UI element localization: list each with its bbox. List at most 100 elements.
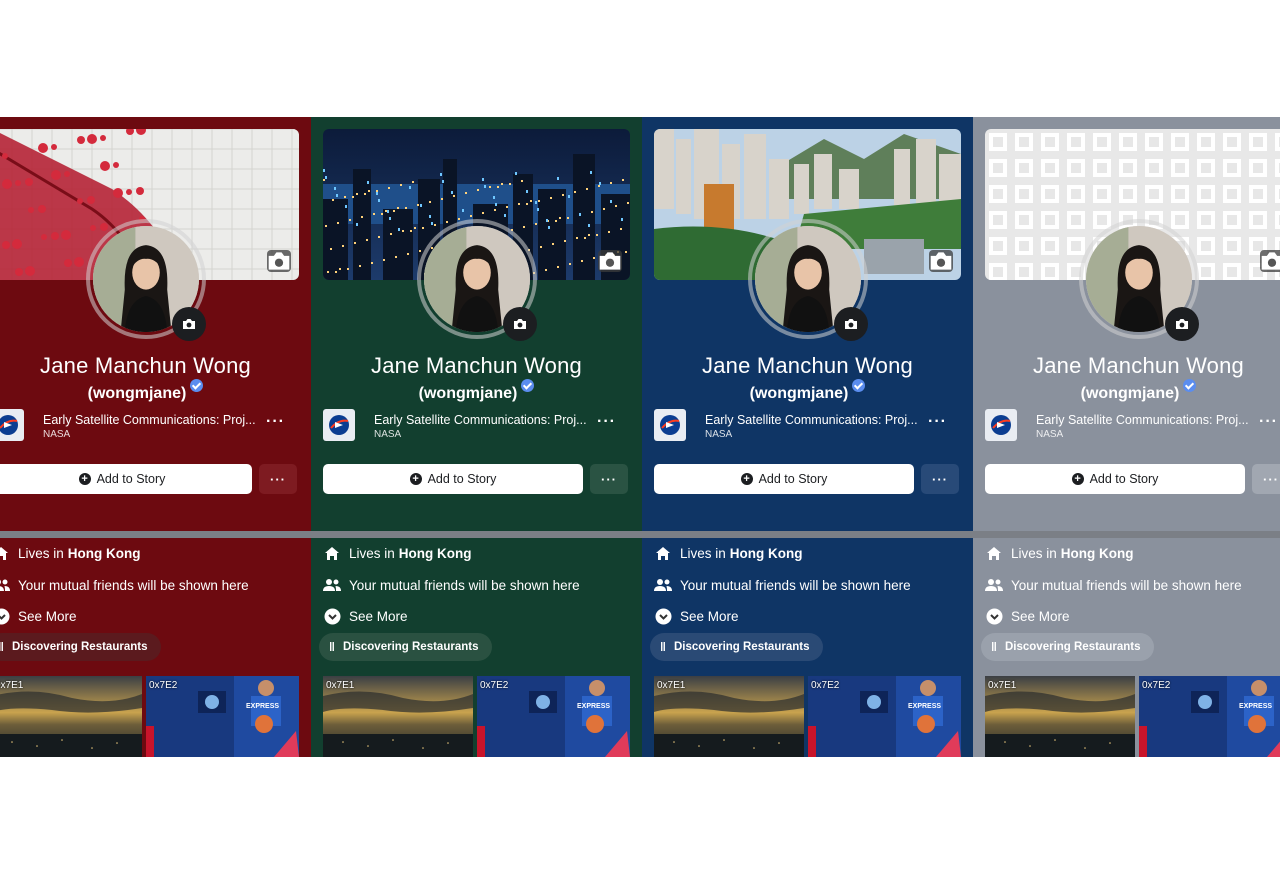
more-options-button[interactable]: ··· — [259, 464, 297, 494]
lives-in-row: Lives in Hong Kong — [654, 542, 803, 564]
see-more-label: See More — [18, 608, 77, 624]
intro-section: Lives in Hong Kong Your mutual friends wi… — [642, 538, 973, 757]
plus-circle-icon: + — [740, 473, 753, 485]
chevron-down-circle-icon — [323, 607, 341, 625]
lives-in-city[interactable]: Hong Kong — [399, 546, 472, 561]
profile-music[interactable]: Early Satellite Communications: Proj... … — [654, 409, 961, 445]
home-icon — [0, 544, 10, 562]
home-icon — [323, 544, 341, 562]
photo-label: 0x7E1 — [988, 680, 1017, 691]
see-more-label: See More — [1011, 608, 1070, 624]
home-icon — [654, 544, 672, 562]
friends-icon — [985, 576, 1003, 594]
camera-icon[interactable] — [929, 250, 953, 272]
divider — [642, 531, 973, 538]
see-more-row[interactable]: See More — [654, 605, 739, 627]
photo-thumbnail[interactable]: EXPRESS 0x7E2 — [146, 676, 299, 757]
lives-in-city[interactable]: Hong Kong — [1061, 546, 1134, 561]
lives-in-row: Lives in Hong Kong — [323, 542, 472, 564]
profile-header: Jane Manchun Wong (wongmjane) Early Sate… — [311, 117, 642, 531]
discovering-restaurants-chip[interactable]: ‖ Discovering Restaurants — [0, 633, 162, 661]
music-more-button[interactable]: ··· — [928, 413, 947, 431]
more-options-button[interactable]: ··· — [1252, 464, 1280, 494]
photo-label: 0x7E1 — [657, 680, 686, 691]
fork-knife-icon: ‖ — [0, 640, 4, 654]
mutual-friends-text: Your mutual friends will be shown here — [1011, 577, 1242, 593]
see-more-row[interactable]: See More — [985, 605, 1070, 627]
camera-icon[interactable] — [1260, 250, 1280, 272]
add-to-story-label: Add to Story — [758, 472, 828, 486]
profile-music[interactable]: Early Satellite Communications: Proj... … — [985, 409, 1280, 445]
photo-thumbnail[interactable]: 0x7E1 — [654, 676, 804, 757]
camera-icon[interactable] — [503, 307, 537, 341]
add-to-story-button[interactable]: + Add to Story — [654, 464, 914, 494]
verified-badge-icon — [521, 379, 535, 392]
lives-in-prefix: Lives in — [1011, 545, 1057, 561]
fork-knife-icon: ‖ — [660, 640, 666, 654]
profile-handle: (wongmjane) — [311, 379, 642, 403]
music-title: Early Satellite Communications: Proj... — [43, 413, 256, 427]
photo-thumbnail[interactable]: EXPRESS 0x7E2 — [1139, 676, 1280, 757]
handle-text: (wongmjane) — [1080, 385, 1180, 402]
profile-name: Jane Manchun Wong — [1033, 353, 1244, 378]
camera-icon[interactable] — [834, 307, 868, 341]
lives-in-city[interactable]: Hong Kong — [730, 546, 803, 561]
music-artist: NASA — [1036, 429, 1064, 440]
discovering-restaurants-chip[interactable]: ‖ Discovering Restaurants — [650, 633, 824, 661]
photo-thumbnail[interactable]: 0x7E1 — [985, 676, 1135, 757]
add-to-story-button[interactable]: + Add to Story — [985, 464, 1245, 494]
profile-name: Jane Manchun Wong — [40, 353, 251, 378]
mutual-friends-row: Your mutual friends will be shown here — [323, 574, 580, 596]
plus-circle-icon: + — [1071, 473, 1084, 485]
discovering-restaurants-chip[interactable]: ‖ Discovering Restaurants — [981, 633, 1155, 661]
music-title: Early Satellite Communications: Proj... — [374, 413, 587, 427]
photo-label: 0x7E2 — [811, 680, 840, 691]
see-more-row[interactable]: See More — [323, 605, 408, 627]
music-more-button[interactable]: ··· — [1259, 413, 1278, 431]
intro-section: Lives in Hong Kong Your mutual friends wi… — [311, 538, 642, 757]
plus-circle-icon: + — [409, 473, 422, 485]
photo-thumbnail[interactable]: 0x7E1 — [323, 676, 473, 757]
photo-thumbnail[interactable]: EXPRESS 0x7E2 — [808, 676, 961, 757]
chevron-down-circle-icon — [654, 607, 672, 625]
camera-icon[interactable] — [172, 307, 206, 341]
lives-in-prefix: Lives in — [18, 545, 64, 561]
lives-in-row: Lives in Hong Kong — [985, 542, 1134, 564]
plus-circle-icon: + — [78, 473, 91, 485]
profile-music[interactable]: Early Satellite Communications: Proj... … — [323, 409, 630, 445]
mutual-friends-row: Your mutual friends will be shown here — [654, 574, 911, 596]
lives-in-city[interactable]: Hong Kong — [68, 546, 141, 561]
photo-label: 0x7E2 — [1142, 680, 1171, 691]
camera-icon[interactable] — [598, 250, 622, 272]
more-options-button[interactable]: ··· — [590, 464, 628, 494]
discovering-restaurants-chip[interactable]: ‖ Discovering Restaurants — [319, 633, 493, 661]
mutual-friends-text: Your mutual friends will be shown here — [349, 577, 580, 593]
see-more-row[interactable]: See More — [0, 605, 77, 627]
nasa-logo-icon — [985, 409, 1017, 441]
svg-text:EXPRESS: EXPRESS — [246, 703, 279, 710]
profile-name: Jane Manchun Wong — [702, 353, 913, 378]
profile-panel: Jane Manchun Wong (wongmjane) Early Sate… — [311, 117, 642, 757]
profile-music[interactable]: Early Satellite Communications: Proj... … — [0, 409, 299, 445]
more-options-button[interactable]: ··· — [921, 464, 959, 494]
add-to-story-label: Add to Story — [1089, 472, 1159, 486]
svg-text:EXPRESS: EXPRESS — [577, 703, 610, 710]
music-artist: NASA — [374, 429, 402, 440]
home-icon — [985, 544, 1003, 562]
music-more-button[interactable]: ··· — [597, 413, 616, 431]
add-to-story-button[interactable]: + Add to Story — [323, 464, 583, 494]
chevron-down-circle-icon — [985, 607, 1003, 625]
camera-icon[interactable] — [267, 250, 291, 272]
photo-thumbnail[interactable]: EXPRESS 0x7E2 — [477, 676, 630, 757]
verified-badge-icon — [190, 379, 204, 392]
svg-text:EXPRESS: EXPRESS — [1239, 703, 1272, 710]
music-more-button[interactable]: ··· — [266, 413, 285, 431]
photo-thumbnail[interactable]: 0x7E1 — [0, 676, 142, 757]
chip-label: Discovering Restaurants — [673, 641, 810, 653]
nasa-logo-icon — [0, 409, 24, 441]
add-to-story-button[interactable]: + Add to Story — [0, 464, 252, 494]
camera-icon[interactable] — [1165, 307, 1199, 341]
friends-icon — [654, 576, 672, 594]
profile-panel: Jane Manchun Wong (wongmjane) Early Sate… — [973, 117, 1280, 757]
svg-text:EXPRESS: EXPRESS — [908, 703, 941, 710]
